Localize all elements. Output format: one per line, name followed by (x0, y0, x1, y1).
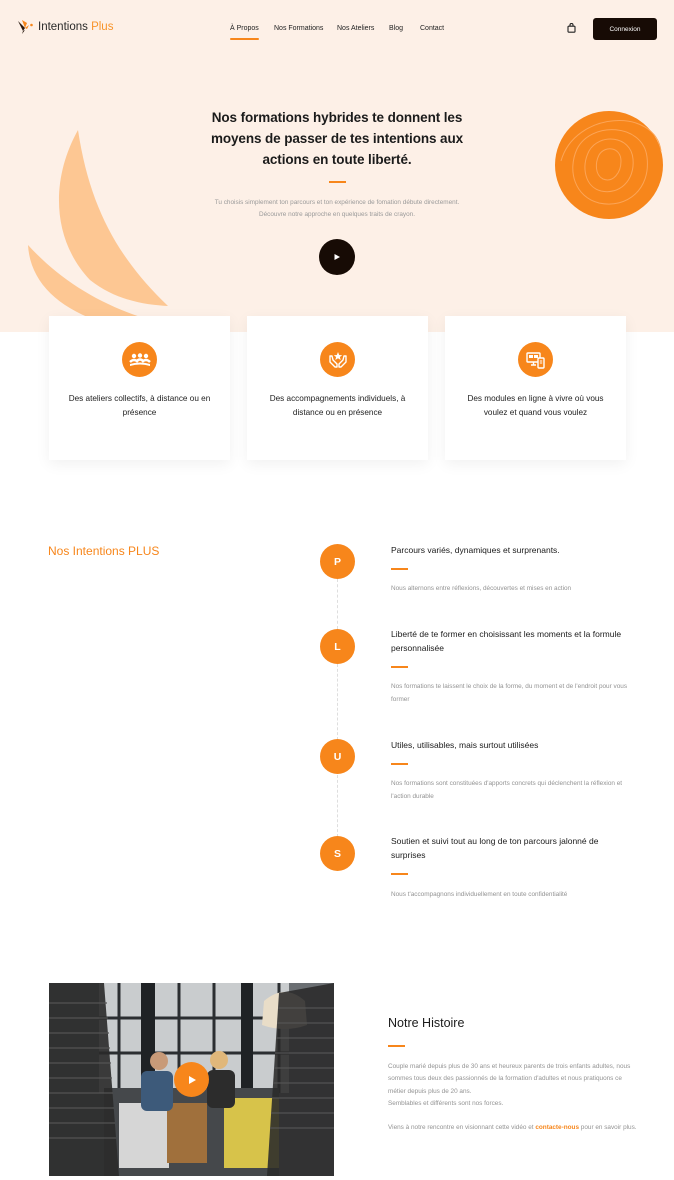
histoire-divider (388, 1045, 405, 1047)
step-title: Soutien et suivi tout au long de ton par… (391, 836, 599, 860)
histoire-text: Viens à notre rencontre en visionnant ce… (388, 1124, 536, 1131)
step-letter-p: P (320, 544, 355, 579)
step-divider (391, 568, 408, 570)
decorative-wings-shape (28, 130, 168, 320)
step-divider (391, 873, 408, 875)
step-divider (391, 666, 408, 668)
nav-nos-formations[interactable]: Nos Formations (274, 25, 323, 32)
nav-blog[interactable]: Blog (389, 25, 403, 32)
histoire-paragraph-2: Viens à notre rencontre en visionnant ce… (388, 1122, 638, 1134)
histoire-paragraph-1: Couple marié depuis plus de 30 ans et he… (388, 1061, 638, 1111)
feature-card-modules: Des modules en ligne à vivre où vous vou… (445, 316, 626, 460)
feature-card-accompagnements: Des accompagnements individuels, à dista… (247, 316, 428, 460)
histoire-text: Couple marié depuis plus de 30 ans et he… (388, 1063, 631, 1095)
timeline-connector (337, 664, 338, 740)
shopping-bag-icon[interactable] (567, 23, 576, 33)
step-title: Parcours variés, dynamiques et surprenan… (391, 545, 560, 555)
step-letter-s: S (320, 836, 355, 871)
histoire-play-button[interactable] (174, 1062, 209, 1097)
nav-nos-ateliers[interactable]: Nos Ateliers (337, 25, 374, 32)
feature-card-ateliers: Des ateliers collectifs, à distance ou e… (49, 316, 230, 460)
step-description: Nous t'accompagnons individuellement en … (391, 891, 568, 898)
hero-subtitle: Tu choisis simplement ton parcours et to… (187, 197, 487, 221)
step-letter-u: U (320, 739, 355, 774)
nav-contact[interactable]: Contact (420, 25, 444, 32)
logo-accent: Plus (91, 21, 114, 33)
step-title: Utiles, utilisables, mais surtout utilis… (391, 740, 539, 750)
step-letter-l: L (320, 629, 355, 664)
step-title: Liberté de te former en choisissant les … (391, 629, 622, 653)
histoire-title: Notre Histoire (388, 1016, 465, 1030)
site-header: Intentions Plus À Propos Nos Formations … (0, 0, 674, 58)
logo[interactable]: Intentions Plus (16, 19, 113, 35)
group-meeting-icon (128, 352, 151, 366)
hero-play-button[interactable] (319, 239, 355, 275)
contact-link[interactable]: contacte-nous (535, 1124, 579, 1131)
hero-section: Intentions Plus À Propos Nos Formations … (0, 0, 674, 332)
histoire-text: pour en savoir plus. (579, 1124, 637, 1131)
timeline-connector (337, 775, 338, 837)
hero-divider (329, 181, 346, 183)
play-icon (188, 1075, 196, 1084)
devices-icon (525, 351, 545, 369)
feature-text: Des ateliers collectifs, à distance ou e… (68, 394, 211, 417)
hero-subtitle-line1: Tu choisis simplement ton parcours et to… (214, 199, 460, 206)
hero-title: Nos formations hybrides te donnent les m… (210, 110, 464, 167)
hands-star-icon (328, 351, 347, 368)
logo-name: Intentions (38, 21, 88, 33)
feature-text: Des accompagnements individuels, à dista… (269, 394, 406, 417)
logo-bird-icon (18, 20, 33, 34)
decorative-orange-circle (555, 111, 663, 219)
histoire-text: Semblables et différents sont nos forces… (388, 1100, 504, 1108)
step-description: Nous alternons entre réflexions, découve… (391, 585, 572, 592)
intentions-title: Nos Intentions PLUS (48, 544, 160, 558)
step-divider (391, 763, 408, 765)
login-button[interactable]: Connexion (593, 18, 657, 40)
play-icon (334, 254, 340, 260)
hero-subtitle-line2: Découvre notre approche en quelques trai… (259, 211, 415, 218)
feature-text: Des modules en ligne à vivre où vous vou… (467, 394, 604, 417)
step-description: Nos formations sont constituées d'apport… (391, 780, 623, 800)
step-description: Nos formations te laissent le choix de l… (391, 683, 628, 703)
nav-a-propos[interactable]: À Propos (230, 25, 259, 40)
timeline-connector (337, 579, 338, 629)
